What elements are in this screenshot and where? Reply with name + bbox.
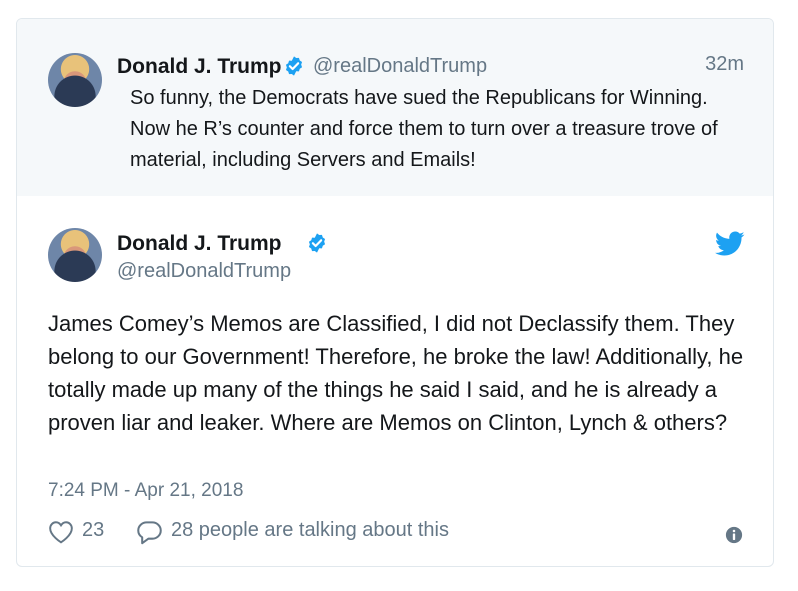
tweet-text: James Comey’s Memos are Classified, I di… bbox=[48, 311, 744, 435]
quoted-tweet[interactable]: Donald J. Trump @realDonaldTrump 32m So … bbox=[17, 19, 773, 196]
verified-badge-icon bbox=[285, 56, 303, 76]
avatar[interactable] bbox=[48, 53, 102, 107]
author-name[interactable]: Donald J. Trump bbox=[117, 232, 282, 256]
heart-icon bbox=[49, 521, 73, 544]
author-handle[interactable]: @realDonaldTrump bbox=[313, 55, 487, 78]
reply-bubble-icon bbox=[137, 521, 162, 545]
like-count: 23 bbox=[82, 519, 105, 541]
talking-count: 28 people are talking about this bbox=[171, 519, 449, 541]
tweet-embed-card: Donald J. Trump @realDonaldTrump 32m So … bbox=[16, 18, 774, 567]
tweet-timestamp[interactable]: 7:24 PM - Apr 21, 2018 bbox=[48, 480, 243, 502]
author-handle[interactable]: @realDonaldTrump bbox=[117, 260, 291, 283]
info-icon[interactable] bbox=[725, 526, 743, 544]
quoted-tweet-text: So funny, the Democrats have sued the Re… bbox=[130, 87, 718, 171]
tweet-time[interactable]: 32m bbox=[705, 53, 744, 76]
verified-badge-icon bbox=[308, 233, 326, 253]
twitter-bird-icon[interactable] bbox=[715, 231, 745, 257]
avatar[interactable] bbox=[48, 228, 102, 282]
author-name[interactable]: Donald J. Trump bbox=[117, 55, 282, 79]
